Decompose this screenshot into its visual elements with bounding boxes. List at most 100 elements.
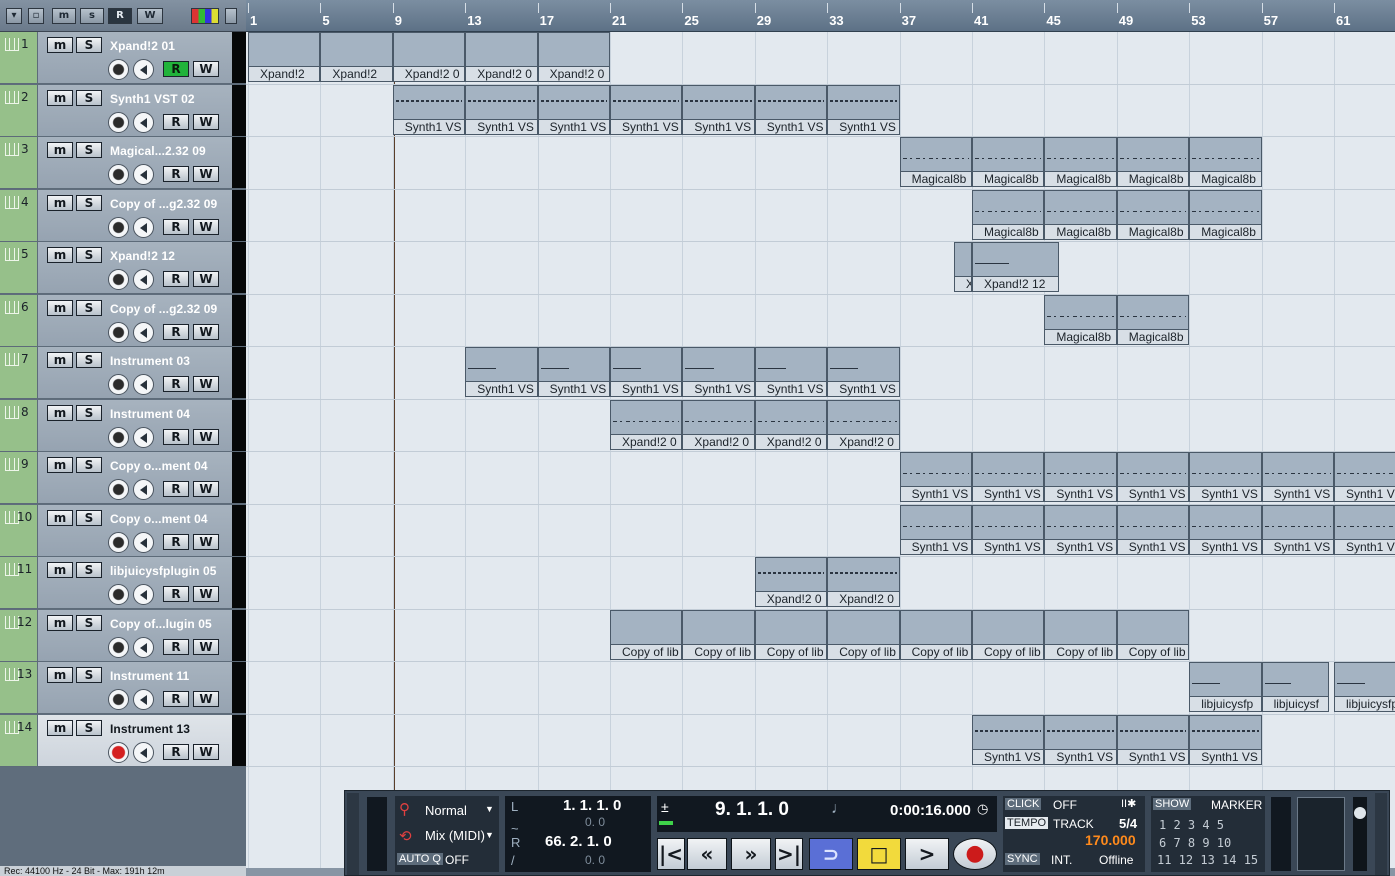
midi-part[interactable]: libjuicysfp (1189, 662, 1262, 712)
time-value[interactable]: 0:00:16.000 (890, 802, 971, 819)
midi-part[interactable]: Copy of lib (972, 609, 1045, 660)
track-name[interactable]: Xpand!2 12 (110, 249, 240, 263)
monitor-icon[interactable] (133, 636, 154, 658)
solo-button[interactable]: S (76, 194, 102, 211)
go-to-end-button[interactable]: >| (775, 838, 803, 870)
midi-part[interactable]: Magical8b (1116, 294, 1190, 345)
monitor-icon[interactable] (133, 689, 154, 710)
arrange-area[interactable]: Xpand!2 Xpand!2 Xpand!2 0 Xpand!2 0 Xpand!2 … (246, 32, 1395, 868)
read-automation-button[interactable]: R (163, 586, 189, 602)
mute-button[interactable]: m (47, 562, 73, 578)
midi-part[interactable]: Synth1 VS (537, 84, 610, 135)
midi-part[interactable]: Synth1 VS (465, 84, 538, 135)
mute-button[interactable]: m (47, 142, 73, 158)
global-write-button[interactable]: W (137, 8, 163, 24)
midi-part[interactable]: Synth1 VS (465, 347, 538, 397)
mute-button[interactable]: m (47, 667, 73, 683)
mute-button[interactable]: m (47, 614, 73, 631)
mute-button[interactable]: m (47, 194, 73, 211)
read-automation-button[interactable]: R (163, 323, 189, 340)
record-button[interactable]: ● (953, 838, 997, 870)
midi-part[interactable]: Synth1 VS (972, 714, 1045, 765)
midi-part[interactable]: Xpand!2 0 (537, 32, 610, 82)
midi-part[interactable]: libjuicysf (1261, 662, 1329, 712)
midi-part[interactable]: Synth1 VS (682, 347, 755, 397)
solo-button[interactable]: S (76, 562, 102, 578)
add-marker-icon[interactable]: ± (661, 799, 669, 815)
solo-button[interactable]: S (76, 352, 102, 368)
monitor-icon[interactable] (133, 531, 154, 553)
read-automation-button[interactable]: R (163, 691, 189, 707)
midi-part[interactable]: Synth1 VS (1116, 714, 1190, 765)
write-automation-button[interactable]: W (193, 61, 219, 77)
track-color-strip[interactable]: 2 (0, 84, 38, 136)
midi-part[interactable]: Synth1 VS (1261, 452, 1334, 502)
track-options-icon[interactable]: ▫ (28, 8, 44, 24)
solo-button[interactable]: S (76, 719, 102, 736)
read-automation-button[interactable]: R (163, 638, 189, 655)
write-automation-button[interactable]: W (193, 376, 219, 392)
color-palette-icon[interactable] (191, 8, 219, 24)
record-enable-icon[interactable] (108, 321, 129, 343)
midi-part[interactable]: Synth1 VS (827, 84, 900, 135)
cycle-button[interactable]: ⊃ (809, 838, 853, 870)
monitor-icon[interactable] (133, 741, 154, 763)
marker-buttons-row-2[interactable]: 6 7 8 9 10 (1159, 836, 1231, 850)
record-enable-icon[interactable] (108, 374, 129, 395)
punch-in-icon[interactable]: ~ (511, 821, 519, 836)
write-automation-button[interactable]: W (193, 166, 219, 182)
read-automation-button[interactable]: R (163, 376, 189, 392)
midi-part[interactable]: Synth1 VS (899, 452, 972, 502)
track-row[interactable]: 2 m S Synth1 VST 02 R W (0, 84, 246, 137)
write-automation-button[interactable]: W (193, 113, 219, 130)
midi-part[interactable]: Xpand!2 0 (682, 399, 755, 450)
go-to-start-button[interactable]: |< (657, 838, 685, 870)
midi-part[interactable]: Magical8b (1044, 189, 1117, 240)
midi-part[interactable]: Magical8b (972, 137, 1045, 187)
midi-part[interactable]: Synth1 VS (1261, 504, 1334, 555)
midi-part[interactable]: Magical8b (972, 189, 1045, 240)
track-color-strip[interactable]: 13 (0, 662, 38, 713)
midi-part[interactable]: Magical8b (1044, 137, 1117, 187)
global-solo-button[interactable]: s (80, 8, 104, 24)
midi-part[interactable]: Magical8b (1116, 189, 1190, 240)
divider-handle-icon[interactable] (225, 8, 237, 24)
record-enable-icon[interactable] (108, 269, 129, 290)
fast-forward-button[interactable]: » (731, 838, 771, 870)
record-enable-icon[interactable] (108, 636, 129, 658)
track-name[interactable]: Copy of ...g2.32 09 (110, 197, 240, 211)
track-row[interactable]: 4 m S Copy of ...g2.32 09 R W (0, 189, 246, 242)
midi-part[interactable]: Synth1 VS (1116, 504, 1190, 555)
read-automation-button[interactable]: R (163, 61, 189, 77)
track-name[interactable]: Instrument 13 (110, 722, 240, 736)
record-enable-icon[interactable] (108, 426, 129, 448)
track-name[interactable]: Instrument 03 (110, 354, 240, 368)
position-value[interactable]: 9. 1. 1. 0 (715, 799, 789, 821)
track-name[interactable]: libjuicysfplugin 05 (110, 564, 240, 578)
record-enable-icon[interactable] (108, 479, 129, 500)
midi-part[interactable]: Copy of lib (1044, 609, 1117, 660)
track-row[interactable]: 13 m S Instrument 11 R W (0, 662, 246, 714)
click-value[interactable]: OFF (1053, 798, 1077, 812)
right-locator-value[interactable]: 66. 2. 1. 0 (545, 833, 612, 850)
solo-button[interactable]: S (76, 509, 102, 526)
read-automation-button[interactable]: R (163, 271, 189, 287)
track-name[interactable]: Copy of...lugin 05 (110, 617, 240, 631)
midi-part[interactable]: Synth1 VS (1189, 714, 1262, 765)
solo-button[interactable]: S (76, 142, 102, 158)
midi-part[interactable]: libjuicysfplu (1334, 662, 1395, 712)
midi-part[interactable]: Synth1 VS (1189, 504, 1262, 555)
track-color-strip[interactable]: 3 (0, 137, 38, 188)
midi-part[interactable]: Copy of lib (1116, 609, 1190, 660)
tempo-value[interactable]: 170.000 (1085, 832, 1136, 848)
track-row[interactable]: 3 m S Magical...2.32 09 R W (0, 137, 246, 189)
track-color-strip[interactable]: 9 (0, 452, 38, 503)
marker-buttons-row-1[interactable]: 1 2 3 4 5 (1159, 818, 1224, 832)
solo-button[interactable]: S (76, 37, 102, 53)
solo-button[interactable]: S (76, 89, 102, 106)
rewind-button[interactable]: « (687, 838, 727, 870)
track-row[interactable]: 7 m S Instrument 03 R W (0, 347, 246, 399)
track-color-strip[interactable]: 4 (0, 189, 38, 241)
midi-part[interactable]: Copy of lib (899, 609, 972, 660)
right-locator-icon[interactable]: R (511, 835, 520, 850)
